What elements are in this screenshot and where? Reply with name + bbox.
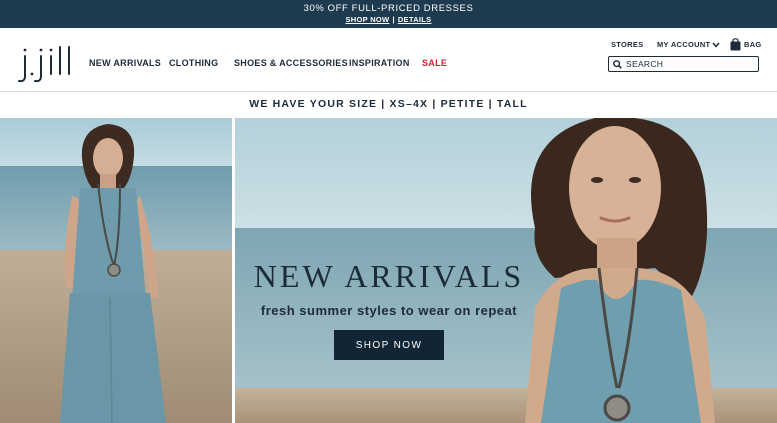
nav-clothing[interactable]: CLOTHING (169, 58, 218, 68)
chevron-down-icon (712, 42, 720, 48)
promo-bar: 30% OFF FULL-PRICED DRESSES SHOP NOW | DET… (0, 0, 777, 28)
site-header: NEW ARRIVALS CLOTHING SHOES & ACCESSORIE… (0, 28, 777, 92)
promo-title: 30% OFF FULL-PRICED DRESSES (303, 3, 474, 14)
hero-left-photo[interactable] (0, 118, 232, 423)
search-input[interactable] (626, 59, 754, 69)
stores-link[interactable]: STORES (611, 40, 644, 49)
promo-separator: | (392, 15, 395, 24)
search-box[interactable] (608, 56, 759, 72)
bag-link[interactable]: BAG (730, 38, 762, 51)
nav-sale[interactable]: SALE (422, 58, 447, 68)
nav-shoes-accessories[interactable]: SHOES & ACCESSORIES (234, 58, 348, 68)
bag-label: BAG (744, 40, 762, 49)
hero-subheading: fresh summer styles to wear on repeat (260, 303, 518, 318)
search-icon[interactable] (613, 59, 622, 69)
promo-shop-now-link[interactable]: SHOP NOW (346, 15, 390, 24)
size-banner[interactable]: WE HAVE YOUR SIZE | XS–4X | PETITE | TAL… (0, 93, 777, 117)
shopping-bag-icon (730, 38, 741, 51)
hero-heading: NEW ARRIVALS (253, 258, 525, 294)
jjill-logo[interactable] (17, 44, 73, 84)
nav-new-arrivals[interactable]: NEW ARRIVALS (89, 58, 161, 68)
my-account-menu[interactable]: MY ACCOUNT (657, 40, 720, 49)
promo-links: SHOP NOW | DETAILS (0, 15, 777, 24)
nav-inspiration[interactable]: INSPIRATION (349, 58, 410, 68)
promo-details-link[interactable]: DETAILS (398, 15, 432, 24)
hero-shop-now-button[interactable]: SHOP NOW (334, 330, 444, 360)
hero-banner: NEW ARRIVALS fresh summer styles to wear… (0, 118, 777, 423)
my-account-label: MY ACCOUNT (657, 40, 711, 49)
